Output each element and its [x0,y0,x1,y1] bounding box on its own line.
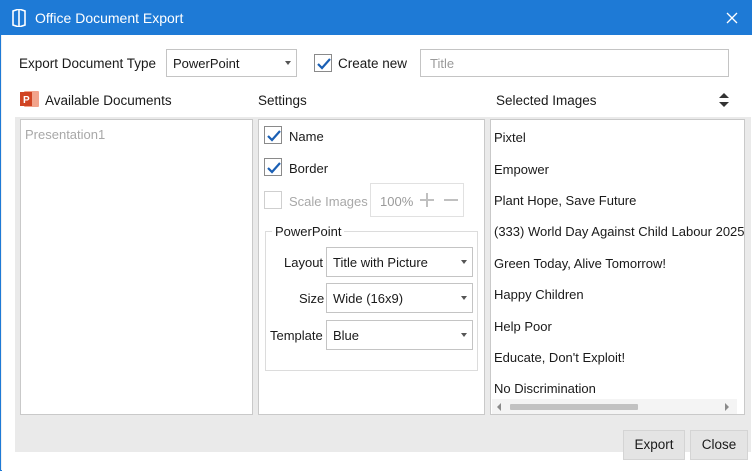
available-documents-list[interactable]: Presentation1 [20,119,253,415]
list-item[interactable]: Green Today, Alive Tomorrow! [494,256,666,271]
office-document-export-dialog: Office Document Export Export Document T… [0,0,752,471]
list-item[interactable]: No Discrimination [494,381,596,396]
size-value: Wide (16x9) [333,291,404,306]
window-title: Office Document Export [35,10,184,26]
layout-value: Title with Picture [333,255,428,270]
list-item[interactable]: Happy Children [494,287,584,302]
list-item[interactable]: Help Poor [494,319,552,334]
layout-select[interactable]: Title with Picture [326,247,473,277]
scrollbar-thumb[interactable] [510,404,638,410]
scale-images-checkbox[interactable] [264,191,282,209]
selected-images-header: Selected Images [496,93,597,108]
border-label: Border [289,161,329,176]
create-new-checkbox[interactable] [314,54,332,72]
horizontal-scrollbar[interactable] [492,399,737,414]
powerpoint-group-title: PowerPoint [272,224,345,239]
list-item[interactable]: Plant Hope, Save Future [494,193,636,208]
list-item[interactable]: Empower [494,162,549,177]
export-type-value: PowerPoint [173,56,240,71]
title-input-box[interactable] [420,49,729,77]
checkmark-icon [317,58,331,70]
border-checkbox[interactable] [264,158,282,176]
layout-label: Layout [284,255,324,270]
checkmark-icon [267,130,281,142]
office-book-icon [11,8,27,28]
size-select[interactable]: Wide (16x9) [326,283,473,313]
chevron-down-icon [461,260,467,264]
plus-icon[interactable] [419,192,435,208]
svg-text:P: P [23,95,30,106]
checkmark-icon [267,162,281,174]
chevron-down-icon [285,61,291,65]
export-button[interactable]: Export [623,430,685,460]
content-area: Presentation1 Name Border Scale Images 1… [15,117,751,452]
powerpoint-icon: P [20,90,40,108]
available-documents-header: Available Documents [45,93,172,108]
settings-header: Settings [258,93,307,108]
name-label: Name [289,129,324,144]
size-label: Size [299,291,325,306]
title-input[interactable] [421,50,728,76]
template-value: Blue [333,328,360,343]
selected-images-list[interactable]: Pixtel Empower Plant Hope, Save Future (… [490,119,745,415]
sort-updown-icon[interactable] [718,92,730,108]
list-item[interactable]: Presentation1 [25,127,105,142]
template-label: Template [270,328,323,343]
template-select[interactable]: Blue [326,320,473,350]
scroll-right-icon[interactable] [725,403,729,411]
settings-panel: Name Border Scale Images 100% PowerPoint… [258,119,485,415]
list-item[interactable]: Pixtel [494,130,526,145]
chevron-down-icon [461,333,467,337]
scale-spinner[interactable]: 100% [370,183,464,217]
chevron-down-icon [461,296,467,300]
close-icon[interactable] [723,9,741,27]
scale-value: 100% [380,194,414,209]
close-button[interactable]: Close [690,430,748,460]
create-new-label: Create new [338,56,408,71]
powerpoint-group: PowerPoint Layout Title with Picture Siz… [265,224,478,371]
export-type-select[interactable]: PowerPoint [166,49,297,77]
scroll-left-icon[interactable] [497,403,501,411]
minus-icon[interactable] [443,192,459,208]
scale-images-label: Scale Images [289,194,368,209]
name-checkbox[interactable] [264,126,282,144]
export-type-label: Export Document Type [19,56,157,71]
title-bar[interactable]: Office Document Export [1,1,751,35]
list-item[interactable]: Educate, Don't Exploit! [494,350,625,365]
dialog-body: Export Document Type PowerPoint Create n… [2,35,752,471]
list-item[interactable]: (333) World Day Against Child Labour 202… [494,224,744,239]
